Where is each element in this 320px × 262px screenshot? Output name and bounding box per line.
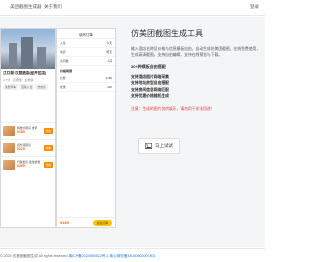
warning-notice: 注意：生成的图片仅供娱乐，请勿用于非法用途！ (131, 107, 215, 111)
tool-description: 输入酒店名称及价格与信息模板自由，自动生成仿美团截图，在线免费使用，生成高清截图… (131, 47, 261, 57)
amenity-tags: 免费停车 自助入住 洗衣房 (1, 82, 55, 92)
deal-item: 特惠大床房 含早 ¥189 抢购 (1, 122, 55, 139)
top-navigation-bar: 美团截图生成器 关于我们 登录 (0, 0, 265, 16)
price-section-title: 价格明细 (60, 69, 73, 73)
template-count: 30+种模板自由搭配 (131, 64, 166, 70)
try-now-button[interactable]: 马上试试 (138, 138, 180, 154)
price-row: 房费 ¥189 (57, 74, 115, 83)
order-row-label: 房间数 (60, 59, 69, 63)
payment-bar: ¥169 提交订单 (57, 217, 115, 227)
order-row-value: 明天 (106, 50, 112, 54)
deal-item: 行政套房 连住优惠 ¥299 抢购 (1, 156, 55, 173)
price-row-label: 优惠 (60, 85, 66, 89)
buy-button: 抢购 (43, 128, 53, 134)
order-row-value: 今天 (106, 41, 112, 45)
deal-price: ¥189 (17, 130, 25, 134)
copyright-text: © 2024 仿美团截图生成 All rights reserved (0, 254, 68, 258)
amenity-tag: 洗衣房 (35, 84, 48, 90)
order-row: 房间数 1间 (57, 57, 115, 66)
price-row-value: ¥189 (105, 76, 112, 80)
page-footer: © 2024 仿美团截图生成 All rights reserved 粤ICP备… (0, 248, 265, 262)
deal-price: ¥219 (17, 147, 25, 151)
price-row-label: 房费 (60, 76, 66, 80)
order-total: ¥169 (60, 220, 69, 225)
nav-link-home[interactable]: 美团截图生成器 (10, 4, 42, 10)
police-record-link[interactable]: 粤公网安备44030602007801 (110, 254, 156, 258)
deal-thumbnail (3, 160, 15, 170)
order-header: 填写订单 (57, 29, 115, 39)
price-row-value: -¥20 (106, 85, 112, 89)
deal-item: 商务双床房 ¥219 抢购 (1, 139, 55, 156)
price-row: 优惠 -¥20 (57, 83, 115, 92)
order-row-label: 离店 (60, 50, 66, 54)
buy-button: 抢购 (43, 145, 53, 151)
order-row: 离店 明天 (57, 48, 115, 57)
order-row: 入住 今天 (57, 39, 115, 48)
hotel-detail-screenshot-preview: 江口湖·汉庭酒店(经开区店) 4.7分 · 高档型 · 近地铁 免费停车 自助入… (0, 28, 56, 228)
image-icon (145, 143, 152, 149)
amenity-tag: 免费停车 (3, 84, 19, 90)
page-title: 仿美团截图生成工具 (131, 29, 203, 38)
login-link[interactable]: 登录 (250, 4, 259, 10)
hotel-photo (1, 29, 55, 69)
deal-price: ¥299 (17, 164, 25, 168)
submit-order-button: 提交订单 (92, 219, 112, 226)
buy-button: 抢购 (43, 162, 53, 168)
feature-item: 支持优惠价格随机生成 (131, 93, 169, 98)
amenity-tag: 自助入住 (19, 84, 35, 90)
tool-description-panel: 仿美团截图生成工具 输入酒店名称及价格与信息模板自由，自动生成仿美团截图，在线免… (131, 28, 261, 112)
order-screenshot-preview: 填写订单 入住 今天 离店 明天 房间数 1间 价格明细 房费 ¥189 优惠 … (56, 28, 116, 228)
order-row-value: 1间 (107, 59, 112, 63)
order-row-label: 入住 (60, 41, 66, 45)
nav-link-about[interactable]: 关于我们 (44, 4, 62, 10)
hotel-name: 江口湖·汉庭酒店(经开区店) (3, 71, 47, 75)
icp-link[interactable]: 粤ICP备2024060522号-1 (69, 254, 109, 258)
deal-thumbnail (3, 126, 15, 136)
deal-thumbnail (3, 143, 15, 153)
try-now-label: 马上试试 (155, 143, 173, 148)
